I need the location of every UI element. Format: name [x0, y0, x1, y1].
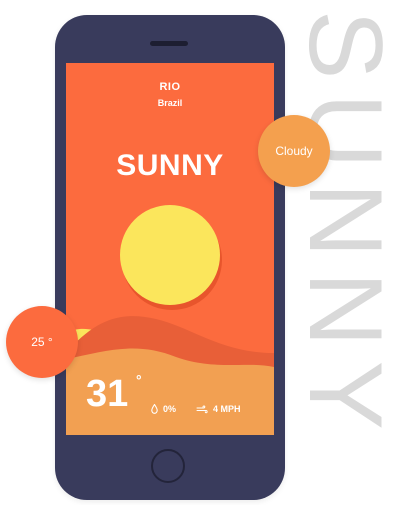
temperature-forecast-bubble[interactable]: 25 °	[6, 306, 78, 378]
temperature-degree-symbol: °	[136, 372, 142, 388]
cloudy-forecast-bubble[interactable]: Cloudy	[258, 115, 330, 187]
watermark-text: SUNNY	[287, 10, 400, 444]
background-watermark: SUNNY	[278, 0, 400, 505]
droplet-icon	[151, 404, 158, 414]
weather-screen: RIO Brazil SUNNY 31 ° 0% 4 MPH	[66, 63, 274, 435]
wind-stat: 4 MPH	[196, 404, 241, 414]
phone-device: RIO Brazil SUNNY 31 ° 0% 4 MPH	[55, 15, 285, 500]
city-name: RIO	[159, 81, 181, 93]
country-name: Brazil	[157, 98, 183, 108]
temperature-bubble-label: 25 °	[31, 335, 53, 349]
phone-speaker	[150, 41, 188, 46]
current-temperature: 31	[86, 373, 129, 415]
sun-icon	[120, 205, 220, 305]
humidity-value: 0%	[163, 404, 177, 414]
wind-icon	[196, 404, 208, 413]
weather-condition: SUNNY	[116, 149, 224, 182]
wind-speed-value: 4 MPH	[213, 404, 241, 414]
cloudy-label: Cloudy	[275, 144, 313, 158]
humidity-stat: 0%	[151, 404, 176, 414]
home-button[interactable]	[151, 449, 185, 483]
